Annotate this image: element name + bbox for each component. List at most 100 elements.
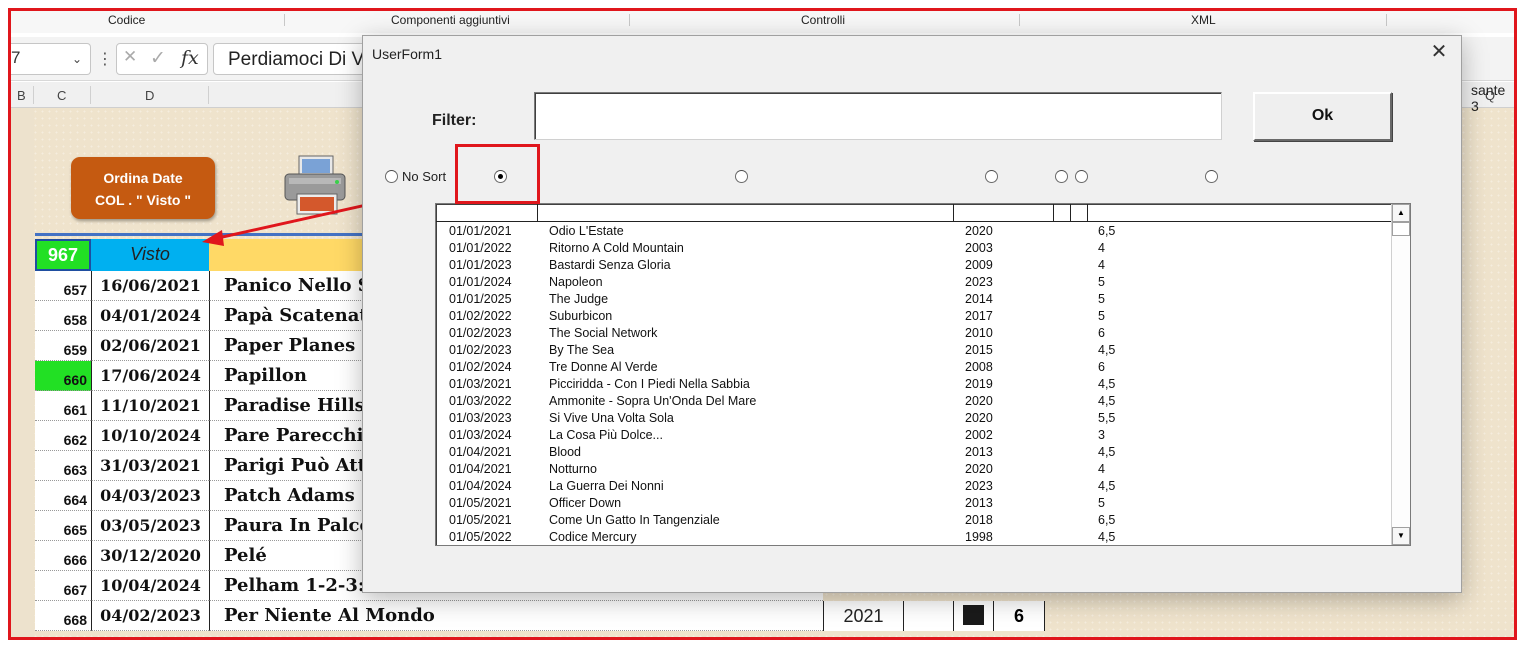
- dialog-titlebar[interactable]: UserForm1 ✕: [363, 36, 1461, 70]
- close-icon[interactable]: ✕: [1427, 40, 1451, 64]
- visto-date-cell[interactable]: 02/06/2021: [91, 331, 209, 361]
- list-item[interactable]: 01/01/2021 Odio L'Estate 2020 6,5: [436, 223, 1391, 240]
- results-listbox[interactable]: 01/01/2021 Odio L'Estate 2020 6,5 01/01/2022…: [435, 203, 1411, 546]
- row-number-cell[interactable]: 657: [35, 271, 91, 301]
- visto-date-cell[interactable]: 17/06/2024: [91, 361, 209, 391]
- visto-header[interactable]: Visto: [91, 239, 209, 271]
- radio-unchecked-icon[interactable]: [1205, 170, 1218, 184]
- row-number-cell[interactable]: 665: [35, 511, 91, 541]
- visto-date-cell[interactable]: 04/01/2024: [91, 301, 209, 331]
- listbox-header: [436, 204, 1391, 222]
- list-item[interactable]: 01/05/2021 Come Un Gatto In Tangenziale 20…: [436, 512, 1391, 529]
- list-item-rating: 5,5: [1098, 411, 1116, 425]
- scroll-up-icon[interactable]: ▲: [1392, 204, 1410, 222]
- ok-button[interactable]: Ok: [1253, 92, 1392, 141]
- row-number-cell[interactable]: 668: [35, 601, 91, 631]
- list-item-year: 2023: [965, 479, 993, 493]
- list-item-rating: 3: [1098, 428, 1105, 442]
- rating-cell[interactable]: 6: [993, 601, 1045, 631]
- visto-date-cell[interactable]: 04/02/2023: [91, 601, 209, 631]
- list-item-title: Suburbicon: [549, 309, 613, 323]
- enter-icon[interactable]: ✓: [150, 47, 166, 70]
- filter-input[interactable]: [534, 92, 1222, 140]
- list-item[interactable]: 01/03/2024 La Cosa Più Dolce... 2002 3: [436, 427, 1391, 444]
- visto-date-cell[interactable]: 11/10/2021: [91, 391, 209, 421]
- sort-option-radio[interactable]: [735, 168, 748, 184]
- scroll-down-icon[interactable]: ▼: [1392, 527, 1410, 545]
- count-header[interactable]: 967: [35, 239, 91, 271]
- list-item[interactable]: 01/05/2021 Officer Down 2013 5: [436, 495, 1391, 512]
- row-number-cell[interactable]: 660: [35, 361, 91, 391]
- radio-unchecked-icon[interactable]: [985, 170, 998, 184]
- visto-date-cell[interactable]: 04/03/2023: [91, 481, 209, 511]
- poster-cell[interactable]: [953, 601, 993, 631]
- list-item[interactable]: 01/04/2021 Notturno 2020 4: [436, 461, 1391, 478]
- row-number-cell[interactable]: 663: [35, 451, 91, 481]
- printer-icon[interactable]: [281, 154, 351, 218]
- list-item[interactable]: 01/02/2023 By The Sea 2015 4,5: [436, 342, 1391, 359]
- row-number-cell[interactable]: 658: [35, 301, 91, 331]
- row-number-cell[interactable]: 661: [35, 391, 91, 421]
- visto-date-cell[interactable]: 10/10/2024: [91, 421, 209, 451]
- sort-option-label: No Sort: [402, 169, 447, 185]
- list-item[interactable]: 01/04/2024 La Guerra Dei Nonni 2023 4,5: [436, 478, 1391, 495]
- list-item-date: 01/03/2024: [449, 428, 512, 442]
- radio-unchecked-icon[interactable]: [1055, 170, 1068, 184]
- list-item[interactable]: 01/02/2022 Suburbicon 2017 5: [436, 308, 1391, 325]
- radio-unchecked-icon[interactable]: [385, 170, 398, 184]
- list-item-rating: 5: [1098, 496, 1105, 510]
- list-item[interactable]: 01/02/2024 Tre Donne Al Verde 2008 6: [436, 359, 1391, 376]
- listbox-scrollbar[interactable]: ▲ ▼: [1391, 204, 1410, 545]
- column-header-d[interactable]: D: [145, 88, 154, 103]
- visto-date-cell[interactable]: 10/04/2024: [91, 571, 209, 601]
- title-cell[interactable]: Per Niente Al Mondo: [209, 601, 823, 631]
- sort-option-radio[interactable]: No Sort: [385, 168, 446, 184]
- chevron-down-icon[interactable]: ⌄: [72, 52, 82, 66]
- formula-input[interactable]: Perdiamoci Di Vista: [213, 43, 373, 75]
- column-header-c[interactable]: C: [57, 88, 66, 103]
- sort-option-radio[interactable]: [1055, 168, 1068, 184]
- visto-date-cell[interactable]: 31/03/2021: [91, 451, 209, 481]
- scroll-thumb[interactable]: [1392, 222, 1410, 236]
- list-item-date: 01/02/2023: [449, 326, 512, 340]
- row-number-cell[interactable]: 667: [35, 571, 91, 601]
- list-item-date: 01/01/2022: [449, 241, 512, 255]
- sort-option-radio[interactable]: [1075, 168, 1088, 184]
- visto-date-cell[interactable]: 16/06/2021: [91, 271, 209, 301]
- list-item-rating: 4,5: [1098, 394, 1116, 408]
- row-number-cell[interactable]: 659: [35, 331, 91, 361]
- row-number-cell[interactable]: 662: [35, 421, 91, 451]
- radio-unchecked-icon[interactable]: [1075, 170, 1088, 184]
- list-item-title: The Judge: [549, 292, 609, 306]
- list-item-title: Officer Down: [549, 496, 622, 510]
- name-box[interactable]: 7 ⌄: [11, 43, 91, 75]
- sort-dates-button[interactable]: Ordina Date COL . " Visto ": [71, 157, 215, 219]
- year-cell[interactable]: 2021: [823, 601, 903, 631]
- list-item[interactable]: 01/03/2021 Picciridda - Con I Piedi Nella…: [436, 376, 1391, 393]
- list-item[interactable]: 01/05/2022 Codice Mercury 1998 4,5: [436, 529, 1391, 545]
- list-item-date: 01/03/2023: [449, 411, 512, 425]
- list-item[interactable]: 01/03/2023 Si Vive Una Volta Sola 2020 5,5: [436, 410, 1391, 427]
- list-item[interactable]: 01/01/2023 Bastardi Senza Gloria 2009 4: [436, 257, 1391, 274]
- list-item-title: Ammonite - Sopra Un'Onda Del Mare: [549, 394, 757, 408]
- list-item-title: Blood: [549, 445, 581, 459]
- list-item[interactable]: 01/01/2022 Ritorno A Cold Mountain 2003 4: [436, 240, 1391, 257]
- more-options-icon[interactable]: ⋮: [97, 49, 113, 69]
- list-item[interactable]: 01/02/2023 The Social Network 2010 6: [436, 325, 1391, 342]
- visto-date-cell[interactable]: 30/12/2020: [91, 541, 209, 571]
- list-item[interactable]: 01/01/2025 The Judge 2014 5: [436, 291, 1391, 308]
- column-header-b[interactable]: B: [17, 88, 26, 103]
- row-number-cell[interactable]: 666: [35, 541, 91, 571]
- blank-cell[interactable]: [903, 601, 953, 631]
- list-item[interactable]: 01/04/2021 Blood 2013 4,5: [436, 444, 1391, 461]
- list-item[interactable]: 01/03/2022 Ammonite - Sopra Un'Onda Del M…: [436, 393, 1391, 410]
- sort-option-radio[interactable]: [985, 168, 998, 184]
- sort-option-radio[interactable]: [1205, 168, 1218, 184]
- list-item[interactable]: 01/01/2024 Napoleon 2023 5: [436, 274, 1391, 291]
- function-icon[interactable]: fx: [181, 47, 199, 69]
- visto-date-cell[interactable]: 03/05/2023: [91, 511, 209, 541]
- row-number-cell[interactable]: 664: [35, 481, 91, 511]
- radio-unchecked-icon[interactable]: [735, 170, 748, 184]
- list-item-date: 01/01/2023: [449, 258, 512, 272]
- cancel-icon[interactable]: ✕: [123, 47, 137, 67]
